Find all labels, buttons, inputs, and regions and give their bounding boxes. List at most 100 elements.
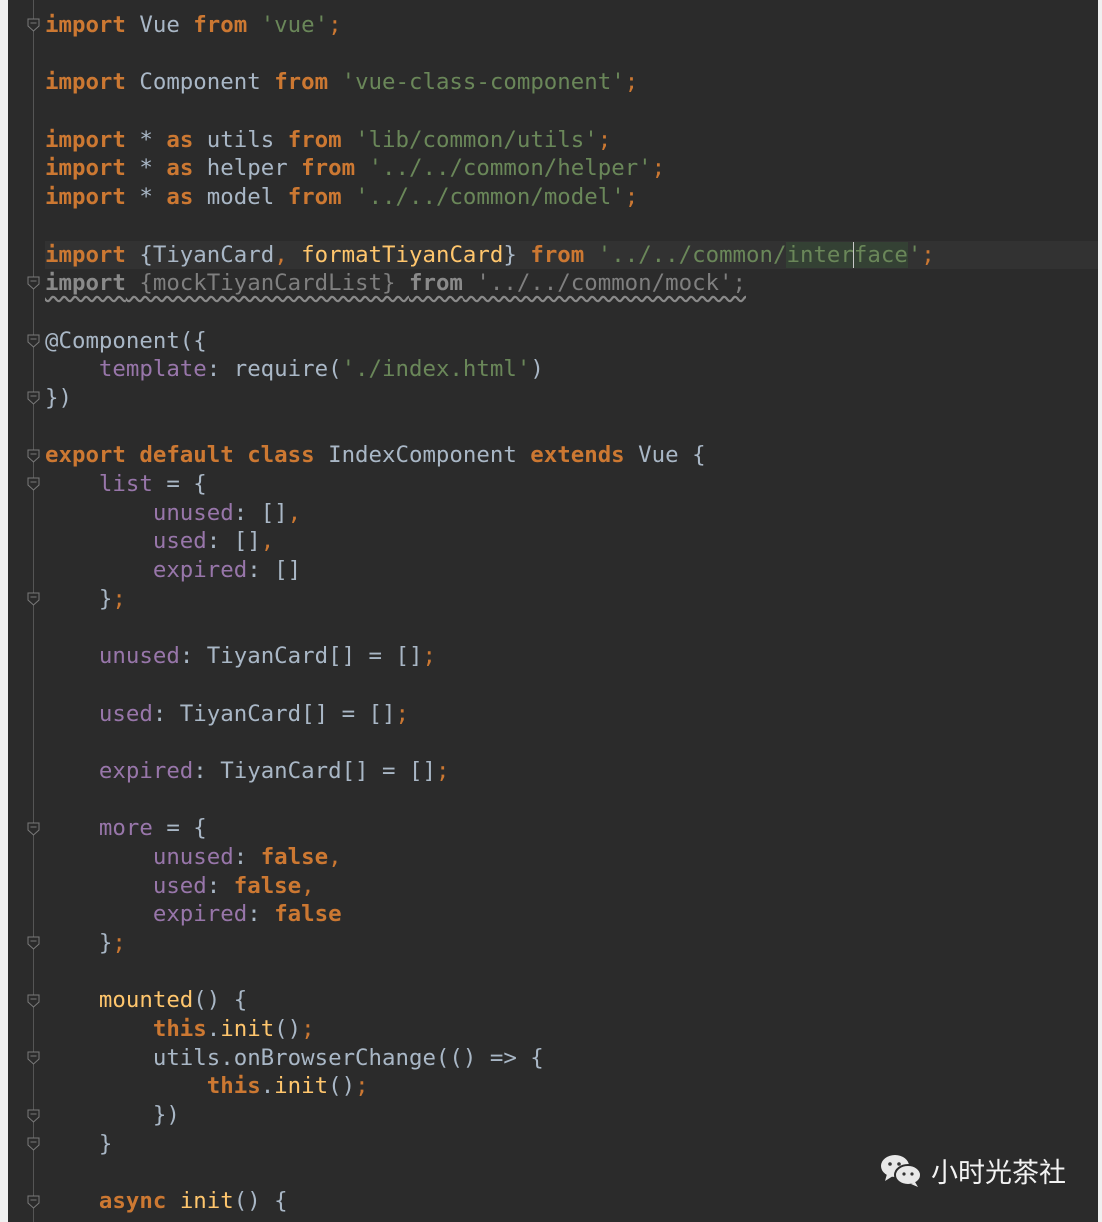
code-line[interactable]: list = { xyxy=(45,470,1098,499)
code-line[interactable]: this.init(); xyxy=(45,1072,1098,1101)
fold-marker-icon[interactable] xyxy=(27,18,40,32)
code-line[interactable]: unused: [], xyxy=(45,499,1098,528)
code-line[interactable]: }) xyxy=(45,384,1098,413)
code-token: template xyxy=(98,356,207,383)
code-token: used xyxy=(98,700,153,727)
code-line[interactable]: import {mockTiyanCardList} from '../../c… xyxy=(45,269,1098,298)
fold-marker-icon[interactable] xyxy=(27,1109,40,1123)
code-token: {mockTiyanCardList} xyxy=(125,270,409,297)
fold-marker-icon[interactable] xyxy=(27,1137,40,1151)
code-line[interactable]: used: [], xyxy=(45,527,1098,556)
code-token: unused xyxy=(152,499,234,526)
wechat-icon xyxy=(881,1154,922,1187)
code-token: ) xyxy=(530,356,544,383)
code-token: utils.onBrowserChange(() => { xyxy=(45,1044,544,1071)
code-line[interactable]: unused: TiyanCard[] = []; xyxy=(45,642,1098,671)
code-token: ; xyxy=(597,126,612,153)
code-line[interactable]: expired: [] xyxy=(45,556,1098,585)
code-line[interactable]: @Component({ xyxy=(45,327,1098,356)
code-line[interactable]: utils.onBrowserChange(() => { xyxy=(45,1044,1098,1073)
code-line[interactable] xyxy=(45,298,1098,327)
fold-marker-icon[interactable] xyxy=(27,1051,40,1065)
code-token: * xyxy=(125,126,167,153)
code-line[interactable]: export default class IndexComponent exte… xyxy=(45,441,1098,470)
fold-marker-icon[interactable] xyxy=(27,592,40,606)
code-line[interactable]: async init() { xyxy=(45,1187,1098,1216)
fold-marker-icon[interactable] xyxy=(27,276,40,290)
code-token: utils xyxy=(193,126,288,153)
code-editor[interactable]: import Vue from 'vue'; import Component … xyxy=(8,0,1098,1222)
code-line[interactable]: used: TiyanCard[] = []; xyxy=(45,700,1098,729)
code-token: '../../common/helper' xyxy=(368,155,652,182)
code-line[interactable] xyxy=(45,613,1098,642)
code-token: helper xyxy=(193,155,302,182)
code-token: () xyxy=(328,1073,356,1100)
code-token: Vue xyxy=(125,12,194,38)
code-token: ' xyxy=(907,241,922,268)
code-token: used xyxy=(152,528,207,555)
code-line[interactable] xyxy=(45,212,1098,241)
code-line[interactable]: import Vue from 'vue'; xyxy=(45,11,1098,40)
code-token: 'vue-class-component' xyxy=(341,69,625,96)
code-token: {TiyanCard xyxy=(125,241,275,268)
code-token: () { xyxy=(193,987,248,1014)
watermark: 小时光茶社 xyxy=(879,1151,1066,1190)
code-token: , xyxy=(260,528,275,555)
code-line[interactable]: }; xyxy=(45,929,1098,958)
code-line[interactable] xyxy=(45,958,1098,987)
code-area[interactable]: import Vue from 'vue'; import Component … xyxy=(45,11,1098,1216)
code-token: import xyxy=(45,126,126,153)
code-line[interactable] xyxy=(45,786,1098,815)
code-line[interactable]: import * as model from '../../common/mod… xyxy=(45,183,1098,212)
fold-marker-icon[interactable] xyxy=(27,936,40,951)
code-line[interactable]: template: require('./index.html') xyxy=(45,355,1098,384)
code-token: () xyxy=(274,1016,302,1043)
code-line[interactable] xyxy=(45,97,1098,126)
code-line[interactable]: }; xyxy=(45,585,1098,614)
code-token: from xyxy=(408,270,463,297)
fold-marker-icon[interactable] xyxy=(27,822,40,836)
code-token: from xyxy=(530,241,585,268)
code-token: from xyxy=(301,155,356,182)
code-line[interactable]: unused: false, xyxy=(45,843,1098,872)
code-line[interactable]: import * as helper from '../../common/he… xyxy=(45,154,1098,183)
code-token: as xyxy=(166,155,194,182)
fold-marker-icon[interactable] xyxy=(27,1195,40,1209)
code-token: () { xyxy=(233,1188,288,1215)
fold-marker-icon[interactable] xyxy=(27,334,40,348)
code-line[interactable]: more = { xyxy=(45,814,1098,843)
code-token: . xyxy=(206,1016,221,1043)
code-line[interactable]: import * as utils from 'lib/common/utils… xyxy=(45,126,1098,155)
code-line[interactable]: import Component from 'vue-class-compone… xyxy=(45,68,1098,97)
code-token: ; xyxy=(624,184,639,211)
code-line[interactable]: used: false, xyxy=(45,872,1098,901)
code-line[interactable]: }) xyxy=(45,1101,1098,1130)
fold-marker-icon[interactable] xyxy=(27,477,40,491)
code-line[interactable]: expired: false xyxy=(45,900,1098,929)
code-line[interactable]: expired: TiyanCard[] = []; xyxy=(45,757,1098,786)
code-line[interactable]: import {TiyanCard, formatTiyanCard} from… xyxy=(45,240,1098,270)
code-token: . xyxy=(260,1073,275,1100)
code-line[interactable] xyxy=(45,728,1098,757)
code-token: false xyxy=(233,872,302,899)
fold-marker-icon[interactable] xyxy=(27,994,40,1008)
code-line[interactable]: this.init(); xyxy=(45,1015,1098,1044)
code-token: , xyxy=(328,843,342,870)
fold-marker-icon[interactable] xyxy=(27,391,40,405)
fold-marker-icon[interactable] xyxy=(27,449,40,463)
code-line[interactable] xyxy=(45,671,1098,700)
code-line[interactable] xyxy=(45,40,1098,69)
code-token: }) xyxy=(45,384,72,411)
code-token: '../../common/mock'; xyxy=(462,270,746,297)
code-token: import xyxy=(45,12,126,38)
code-token: as xyxy=(166,184,194,211)
code-token: import xyxy=(45,241,126,268)
code-line[interactable]: mounted() { xyxy=(45,986,1098,1015)
code-line[interactable] xyxy=(45,413,1098,442)
